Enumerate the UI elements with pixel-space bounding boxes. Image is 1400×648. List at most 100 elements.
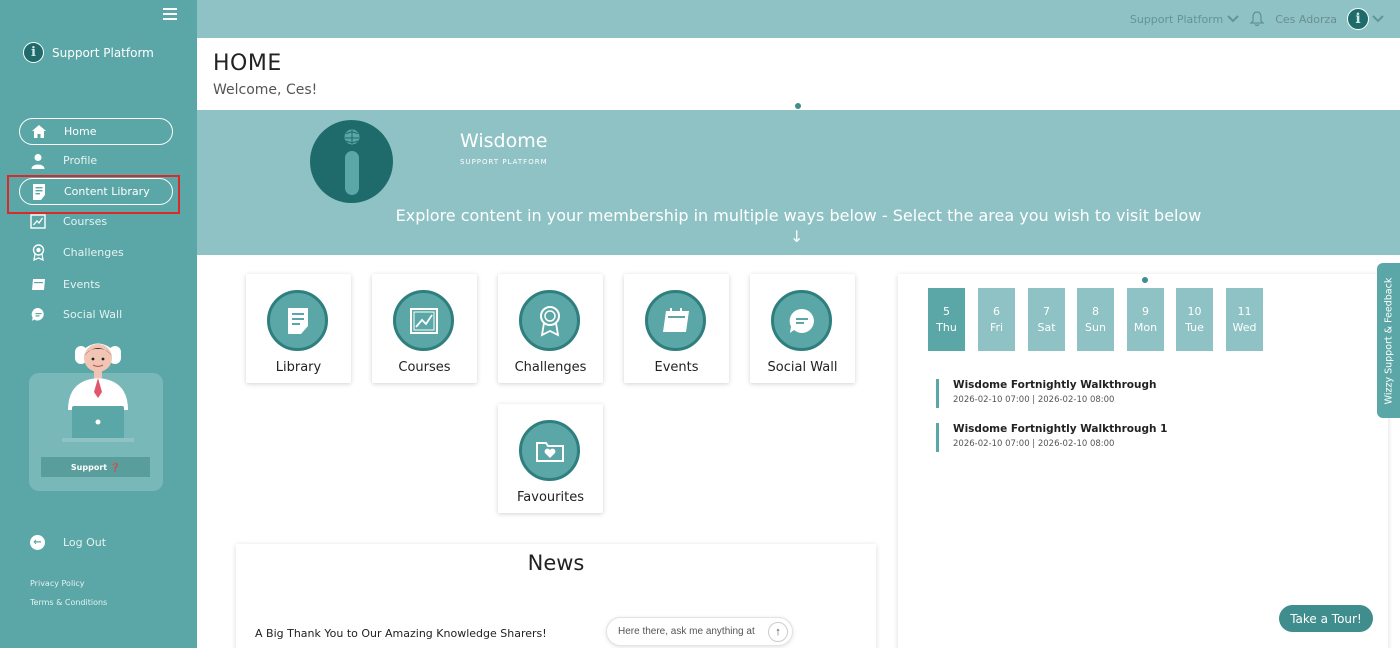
tile-label: Challenges xyxy=(514,360,587,375)
news-title: News xyxy=(527,551,585,575)
day-weekday: Sat xyxy=(1037,321,1056,334)
support-button[interactable]: Support ❓ xyxy=(41,457,150,477)
logout-button[interactable]: ← Log Out xyxy=(30,535,106,550)
calendar-day[interactable]: 7 Sat xyxy=(1028,288,1065,351)
sidebar-item-label: Home xyxy=(64,125,97,138)
tile-label: Social Wall xyxy=(767,360,838,375)
calendar-day[interactable]: 11 Wed xyxy=(1226,288,1263,351)
chevron-down-icon xyxy=(1372,15,1384,23)
award-icon xyxy=(30,244,46,261)
platform-selector[interactable]: Support Platform xyxy=(1130,13,1239,26)
page-title: HOME xyxy=(213,51,282,76)
banner-brand: Wisdome SUPPORT PLATFORM xyxy=(460,130,548,166)
sidebar-brand[interactable]: i Support Platform xyxy=(23,42,154,63)
calendar-day[interactable]: 5 Thu xyxy=(928,288,965,351)
topbar-right: Support Platform Ces Adorza i xyxy=(1130,8,1384,30)
day-weekday: Tue xyxy=(1185,321,1204,334)
tile-challenges[interactable]: Challenges xyxy=(498,274,603,383)
avatar: i xyxy=(1347,8,1369,30)
support-label: Support xyxy=(70,462,108,472)
calendar-panel: 5 Thu 6 Fri 7 Sat 8 Sun 9 Mon 10 Tue 11 … xyxy=(898,274,1388,648)
sidebar-item-challenges[interactable]: Challenges xyxy=(19,239,173,266)
sidebar-item-label: Social Wall xyxy=(63,308,123,321)
chat-input[interactable]: Here there, ask me anything at ↑ xyxy=(606,617,793,646)
tile-label: Courses xyxy=(398,360,451,375)
sidebar-item-social-wall[interactable]: Social Wall xyxy=(19,301,173,328)
carousel-indicator xyxy=(795,103,801,109)
chat-icon xyxy=(771,290,832,351)
send-arrow-icon[interactable]: ↑ xyxy=(768,622,788,642)
sidebar-item-label: Events xyxy=(63,278,101,291)
day-weekday: Sun xyxy=(1085,321,1106,334)
day-weekday: Fri xyxy=(989,321,1004,334)
tile-label: Events xyxy=(654,360,699,375)
topbar: Support Platform Ces Adorza i xyxy=(197,0,1400,38)
feedback-tab-label: Wizzy Support & Feedback xyxy=(1383,277,1394,404)
brand-name: Support Platform xyxy=(52,45,154,60)
sidebar-item-profile[interactable]: Profile xyxy=(19,147,173,174)
tile-label: Library xyxy=(275,360,322,375)
user-menu[interactable]: i xyxy=(1347,8,1384,30)
chevron-down-icon xyxy=(1227,15,1239,23)
logout-icon: ← xyxy=(30,535,45,550)
event-title: Wisdome Fortnightly Walkthrough 1 xyxy=(953,423,1168,435)
event-title: Wisdome Fortnightly Walkthrough xyxy=(953,379,1157,391)
carousel-indicator xyxy=(1142,277,1148,283)
arrow-down-icon: ↓ xyxy=(790,227,804,246)
day-weekday: Thu xyxy=(936,321,957,334)
sidebar-item-label: Courses xyxy=(63,215,108,228)
hero-banner: Wisdome SUPPORT PLATFORM Explore content… xyxy=(197,110,1400,255)
calendar-icon xyxy=(645,290,706,351)
help-icon: ❓ xyxy=(110,462,121,472)
courses-icon xyxy=(393,290,454,351)
event-time: 2026-02-10 07:00 | 2026-02-10 08:00 xyxy=(953,439,1115,449)
explore-text: Explore content in your membership in mu… xyxy=(395,206,1202,225)
notification-bell-icon[interactable] xyxy=(1249,11,1265,27)
welcome-text: Welcome, Ces! xyxy=(213,82,318,98)
sidebar-item-home[interactable]: Home xyxy=(19,118,173,145)
selection-highlight xyxy=(7,175,180,214)
courses-icon xyxy=(30,214,46,230)
platform-name: Support Platform xyxy=(1129,12,1224,26)
privacy-policy-link[interactable]: Privacy Policy xyxy=(30,579,85,588)
day-number: 11 xyxy=(1237,305,1252,318)
calendar-day[interactable]: 9 Mon xyxy=(1127,288,1164,351)
chat-icon xyxy=(30,307,46,323)
sidebar-item-events[interactable]: Events xyxy=(19,271,173,298)
calendar-day[interactable]: 10 Tue xyxy=(1176,288,1213,351)
feedback-tab[interactable]: Wizzy Support & Feedback xyxy=(1377,263,1400,418)
take-tour-button[interactable]: Take a Tour! xyxy=(1279,605,1373,632)
calendar-day[interactable]: 8 Sun xyxy=(1077,288,1114,351)
banner-brand-name: Wisdome xyxy=(460,130,548,152)
day-number: 10 xyxy=(1187,305,1202,318)
day-number: 8 xyxy=(1092,305,1099,318)
event-item[interactable]: Wisdome Fortnightly Walkthrough 2026-02-… xyxy=(936,379,1156,408)
day-number: 5 xyxy=(943,305,950,318)
tile-social-wall[interactable]: Social Wall xyxy=(750,274,855,383)
favourites-folder-icon xyxy=(519,420,580,481)
sidebar-item-label: Profile xyxy=(63,154,98,167)
calendar-icon xyxy=(30,277,46,293)
calendar-day[interactable]: 6 Fri xyxy=(978,288,1015,351)
sidebar-item-label: Challenges xyxy=(63,246,124,259)
support-agent-illustration xyxy=(62,343,134,442)
news-item[interactable]: A Big Thank You to Our Amazing Knowledge… xyxy=(255,627,547,640)
tile-events[interactable]: Events xyxy=(624,274,729,383)
wisdome-logo-icon xyxy=(310,120,393,203)
event-item[interactable]: Wisdome Fortnightly Walkthrough 1 2026-0… xyxy=(936,423,1167,452)
day-weekday: Mon xyxy=(1133,321,1158,334)
user-name[interactable]: Ces Adorza xyxy=(1275,13,1337,26)
user-icon xyxy=(30,153,46,169)
day-number: 9 xyxy=(1142,305,1149,318)
award-icon xyxy=(519,290,580,351)
tile-favourites[interactable]: Favourites xyxy=(498,404,603,513)
library-icon xyxy=(267,290,328,351)
sidebar: i Support Platform Home Profile Content … xyxy=(0,0,197,648)
tile-courses[interactable]: Courses xyxy=(372,274,477,383)
day-number: 7 xyxy=(1043,305,1050,318)
menu-toggle-icon[interactable] xyxy=(163,8,177,20)
tile-library[interactable]: Library xyxy=(246,274,351,383)
terms-conditions-link[interactable]: Terms & Conditions xyxy=(30,598,107,607)
banner-brand-subtitle: SUPPORT PLATFORM xyxy=(460,158,548,166)
chat-placeholder: Here there, ask me anything at xyxy=(618,626,755,637)
